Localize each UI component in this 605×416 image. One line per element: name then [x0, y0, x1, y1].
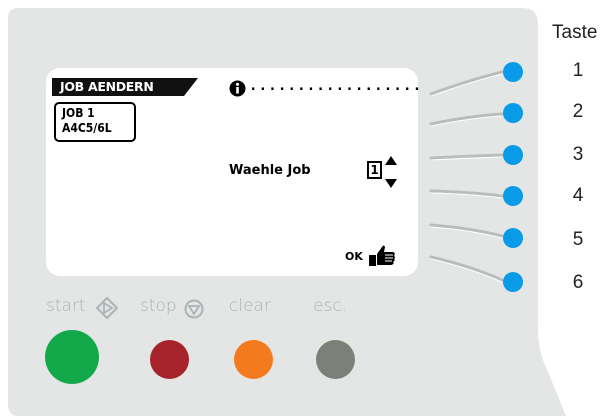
- softkey-number-5: 5: [572, 229, 584, 250]
- current-job-box: JOB 1 A4C5/6L: [54, 102, 136, 142]
- screen-title: JOB AENDERN: [60, 79, 154, 94]
- ok-label: OK: [345, 250, 363, 263]
- job-line-1: JOB 1: [62, 106, 95, 120]
- arrow-up-icon: [385, 156, 397, 165]
- start-icon: [96, 297, 118, 319]
- select-job-label: Waehle Job: [229, 163, 311, 178]
- softkey-6-led[interactable]: [503, 272, 523, 292]
- stop-icon: [184, 299, 204, 319]
- job-line-2: A4C5/6L: [62, 121, 112, 135]
- softkey-3-led[interactable]: [503, 145, 523, 165]
- clear-button[interactable]: [234, 340, 273, 379]
- softkey-number-6: 6: [572, 272, 584, 293]
- esc-label: esc.: [313, 296, 348, 316]
- arrow-down-icon: [385, 179, 397, 188]
- job-number-field: 1: [367, 161, 382, 179]
- thumbs-up-icon: [369, 245, 395, 266]
- start-button[interactable]: [45, 330, 99, 384]
- softkey-number-1: 1: [572, 60, 584, 81]
- softkey-1-led[interactable]: [503, 62, 523, 82]
- stop-label: stop: [140, 296, 177, 316]
- softkey-number-2: 2: [572, 101, 584, 122]
- info-dotted-line: ..................: [249, 78, 423, 94]
- lcd-screen: JOB AENDERN JOB 1 A4C5/6L ..............…: [46, 68, 423, 276]
- softkey-header: Taste: [552, 22, 598, 43]
- info-icon: [229, 80, 246, 97]
- softkey-number-4: 4: [572, 185, 584, 206]
- softkey-4-led[interactable]: [503, 186, 523, 206]
- start-label: start: [46, 296, 86, 316]
- softkey-number-3: 3: [572, 144, 584, 165]
- softkey-2-led[interactable]: [503, 103, 523, 123]
- esc-button[interactable]: [316, 340, 355, 379]
- stop-button[interactable]: [150, 340, 189, 379]
- softkey-5-led[interactable]: [503, 228, 523, 248]
- clear-label: clear: [229, 296, 271, 316]
